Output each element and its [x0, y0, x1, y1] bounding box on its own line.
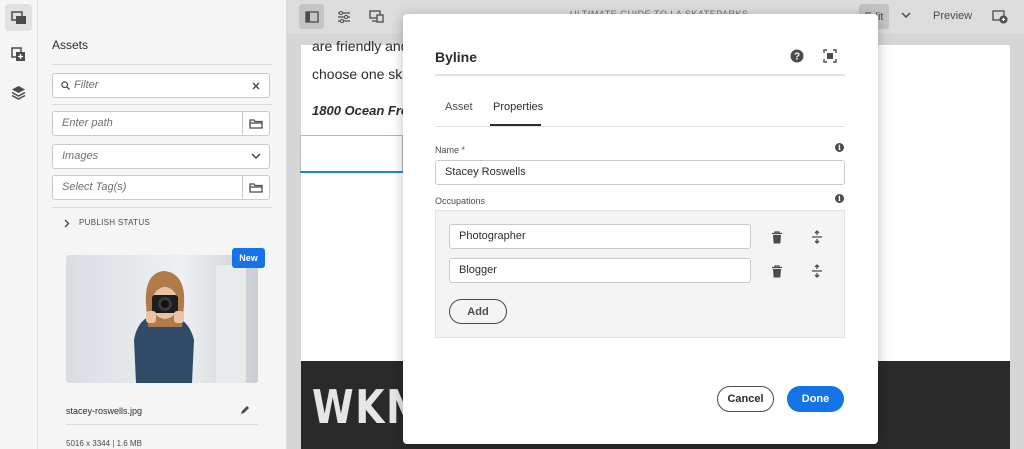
occupation-field[interactable]: Blogger: [449, 258, 751, 283]
tags-placeholder: Select Tag(s): [62, 181, 127, 193]
selected-component-outline: [300, 135, 403, 172]
asset-meta: 5016 x 3344 | 1.6 MB: [66, 439, 142, 448]
page-address: 1800 Ocean Fro: [312, 103, 409, 118]
search-icon: [61, 81, 70, 90]
fullscreen-icon: [823, 49, 837, 63]
filter-input[interactable]: Filter: [52, 73, 270, 98]
trash-icon: [772, 264, 782, 277]
toggle-side-panel-button[interactable]: [299, 4, 324, 29]
tags-field[interactable]: Select Tag(s): [52, 175, 270, 200]
side-rail: [0, 0, 38, 449]
page-properties-button[interactable]: [331, 4, 356, 29]
dialog-header-divider: [435, 74, 845, 76]
publish-status-toggle[interactable]: PUBLISH STATUS: [79, 218, 150, 227]
reorder-occupation-handle[interactable]: [808, 228, 826, 246]
dialog-title: Byline: [435, 49, 478, 65]
folder-icon: [249, 119, 263, 129]
help-icon: ?: [790, 49, 804, 63]
trash-icon: [772, 230, 782, 243]
publish-page-button[interactable]: [987, 4, 1012, 29]
components-button[interactable]: [5, 41, 32, 68]
drag-handle-icon: [812, 264, 822, 278]
name-label: Name *: [435, 145, 466, 155]
emulator-button[interactable]: [364, 4, 389, 29]
chevron-right-icon[interactable]: [64, 219, 70, 228]
asset-type-value: Images: [62, 150, 99, 162]
info-icon[interactable]: i: [835, 194, 844, 203]
occupation-value: Photographer: [459, 230, 526, 242]
devices-icon: [369, 10, 384, 23]
edit-icon[interactable]: [240, 406, 249, 415]
asset-type-select[interactable]: Images: [52, 144, 270, 169]
photo-image: [66, 255, 258, 383]
tabs-divider: [435, 126, 845, 127]
info-icon[interactable]: i: [835, 143, 844, 152]
delete-occupation-button[interactable]: [768, 262, 786, 280]
assets-icon: [10, 10, 26, 24]
publish-icon: [991, 9, 1007, 23]
divider: [52, 64, 272, 65]
page-paragraph-line: choose one ska: [312, 66, 411, 82]
occupation-field[interactable]: Photographer: [449, 224, 751, 249]
cancel-button[interactable]: Cancel: [717, 386, 774, 412]
chevron-down-icon[interactable]: [901, 12, 911, 19]
occupations-label: Occupations: [435, 196, 486, 206]
delete-occupation-button[interactable]: [768, 228, 786, 246]
name-field[interactable]: Stacey Roswells: [435, 160, 845, 185]
selected-component-indicator: [300, 171, 403, 173]
panel-title: Assets: [52, 38, 89, 52]
layers-icon: [11, 86, 26, 100]
done-button[interactable]: Done: [787, 386, 844, 412]
divider: [52, 207, 272, 208]
fullscreen-button[interactable]: [821, 47, 839, 65]
byline-dialog: Byline ? Asset Properties Name * i Stace…: [403, 14, 878, 444]
tab-asset[interactable]: Asset: [445, 101, 473, 113]
reorder-occupation-handle[interactable]: [808, 262, 826, 280]
filter-placeholder: Filter: [74, 79, 99, 91]
tab-properties[interactable]: Properties: [493, 101, 543, 113]
path-field[interactable]: Enter path: [52, 111, 270, 136]
svg-text:?: ?: [794, 52, 800, 63]
assets-finder-button[interactable]: [5, 4, 32, 31]
content-tree-button[interactable]: [5, 79, 32, 106]
folder-icon: [249, 183, 263, 193]
asset-thumbnail[interactable]: [66, 255, 258, 383]
side-panel-icon: [304, 10, 319, 23]
clear-icon[interactable]: [252, 82, 260, 90]
add-occupation-button[interactable]: Add: [449, 299, 507, 324]
divider: [52, 104, 272, 105]
assets-panel: Assets Filter Enter path Images Select T…: [38, 0, 287, 449]
components-icon: [11, 47, 25, 61]
path-placeholder: Enter path: [62, 117, 113, 129]
help-button[interactable]: ?: [788, 47, 806, 65]
sliders-icon: [337, 10, 350, 23]
asset-filename: stacey-roswells.jpg: [66, 406, 143, 416]
name-value: Stacey Roswells: [445, 166, 526, 178]
drag-handle-icon: [812, 230, 822, 244]
chevron-down-icon: [251, 153, 261, 160]
divider: [66, 424, 258, 425]
preview-button[interactable]: Preview: [933, 10, 972, 22]
occupation-value: Blogger: [459, 264, 497, 276]
browse-tags-button[interactable]: [242, 176, 269, 199]
browse-path-button[interactable]: [242, 112, 269, 135]
page-paragraph-line: are friendly and: [312, 38, 409, 54]
new-badge: New: [232, 248, 265, 268]
